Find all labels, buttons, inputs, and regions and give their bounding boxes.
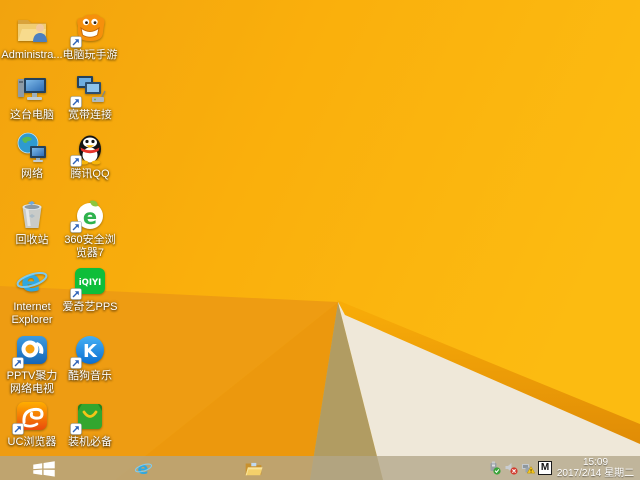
tray-network-warning[interactable]: [521, 461, 535, 475]
desktop-icon-label: 电脑玩手游: [62, 49, 118, 61]
svg-text:e: e: [21, 264, 41, 298]
taskbar-internet-explorer[interactable]: e: [121, 456, 165, 480]
clock-time: 15:09: [582, 457, 609, 468]
desktop-icon-label: 腾讯QQ: [70, 168, 110, 180]
svg-text:e: e: [137, 459, 148, 478]
windows-logo-icon: [33, 460, 55, 477]
desktop-icon-label: 网络: [21, 168, 43, 180]
desktop-icon-label: Internet Explorer: [11, 301, 53, 326]
tray-hardware-safe-remove[interactable]: [487, 461, 501, 475]
taskbar-clock[interactable]: 15:09 2017/2/14 星期二: [553, 457, 638, 479]
pptv-icon: [12, 333, 49, 369]
desktop-icon-administrator-folder[interactable]: Administra...: [1, 12, 63, 62]
desktop-icon-360-safe-browser[interactable]: e 360安全浏览器7: [61, 197, 119, 260]
shortcut-arrow-icon: [70, 357, 82, 369]
pc-icon: [15, 72, 49, 106]
shortcut-arrow-icon: [70, 423, 82, 435]
desktop-icon-this-pc[interactable]: 这台电脑: [3, 72, 61, 122]
desktop-icons-area: Administra... 电脑玩手游 这台电脑 宽带连接 网络 腾讯QQ 回收…: [0, 0, 640, 456]
desktop-icon-label: 360安全浏览器7: [64, 234, 116, 259]
desktop-icon-label: PPTV聚力 网络电视: [6, 370, 58, 395]
kugou-icon: K: [70, 333, 107, 369]
desktop-icon-recycle-bin[interactable]: 回收站: [3, 197, 61, 247]
iqiyi-icon: iQIYI: [70, 264, 107, 300]
desktop[interactable]: e e iQIYI K: [0, 0, 640, 480]
shortcut-arrow-icon: [12, 357, 24, 369]
desktop-icon-mobile-game-emulator[interactable]: 电脑玩手游: [61, 12, 119, 62]
ie-icon: e: [15, 264, 49, 298]
desktop-icon-tencent-qq[interactable]: 腾讯QQ: [61, 131, 119, 181]
qq-icon: [70, 131, 107, 167]
browser360-icon: e: [70, 197, 107, 233]
svg-text:iQIYI: iQIYI: [79, 278, 102, 288]
desktop-icon-label: 酷狗音乐: [68, 370, 112, 382]
desktop-icon-label: 这台电脑: [10, 109, 54, 121]
desktop-icon-iqiyi-pps[interactable]: iQIYI 爱奇艺PPS: [61, 264, 119, 314]
system-tray: M: [487, 456, 552, 480]
tray-volume-muted[interactable]: [504, 461, 518, 475]
shortcut-arrow-icon: [12, 423, 24, 435]
svg-text:e: e: [83, 205, 97, 229]
desktop-icon-label: 爱奇艺PPS: [62, 301, 118, 313]
desktop-icon-essential-apps[interactable]: 装机必备: [61, 399, 119, 449]
desktop-icon-label: 宽带连接: [68, 109, 112, 121]
shortcut-arrow-icon: [70, 36, 82, 48]
desktop-icon-label: 回收站: [15, 234, 49, 246]
monster-icon: [70, 12, 107, 48]
desktop-icon-broadband-connection[interactable]: 宽带连接: [61, 72, 119, 122]
desktop-icon-pptv[interactable]: PPTV聚力 网络电视: [3, 333, 61, 396]
recycle-icon: [15, 197, 49, 231]
clock-date: 2017/2/14 星期二: [556, 468, 635, 479]
tray-input-method[interactable]: M: [538, 461, 552, 475]
shortcut-arrow-icon: [70, 288, 82, 300]
uc-icon: [12, 399, 49, 435]
shortcut-arrow-icon: [70, 96, 82, 108]
folder-icon: [245, 462, 262, 475]
broadband-icon: [70, 72, 107, 108]
desktop-icon-label: 装机必备: [68, 436, 112, 448]
desktop-icon-uc-browser[interactable]: UC浏览器: [3, 399, 61, 449]
desktop-icon-label: Administra...: [1, 49, 63, 61]
network-icon: [15, 131, 49, 165]
svg-text:K: K: [83, 341, 98, 362]
desktop-icon-internet-explorer[interactable]: e Internet Explorer: [3, 264, 61, 327]
desktop-icon-network[interactable]: 网络: [3, 131, 61, 181]
taskbar: e M 15:09 2017/2/14 星期二: [0, 456, 640, 480]
start-button[interactable]: [16, 456, 72, 480]
taskbar-file-explorer[interactable]: [231, 456, 275, 480]
folder-user-icon: [15, 12, 49, 46]
shortcut-arrow-icon: [70, 221, 82, 233]
shortcut-arrow-icon: [70, 155, 82, 167]
bag-icon: [70, 399, 107, 435]
desktop-icon-kugou-music[interactable]: K 酷狗音乐: [61, 333, 119, 383]
ie-icon: e: [134, 459, 152, 478]
desktop-icon-label: UC浏览器: [7, 436, 57, 448]
